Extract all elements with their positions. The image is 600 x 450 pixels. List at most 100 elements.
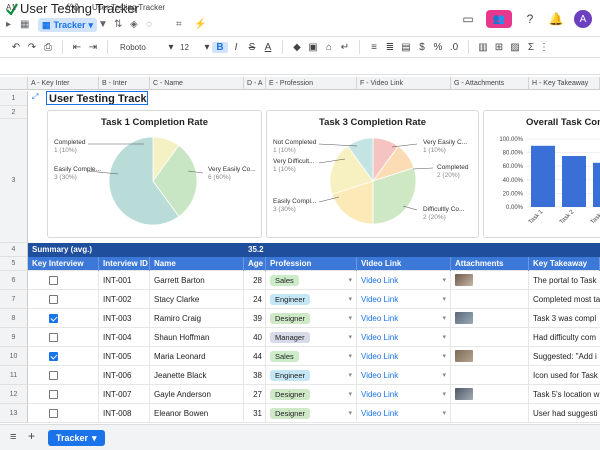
video-link[interactable]: Video Link (361, 314, 398, 323)
overall-bar-chart[interactable]: Overall Task Com 100.00% 80.00% 60.00% 40.0… (483, 110, 600, 238)
chevron-down-icon[interactable]: ▾ (442, 290, 446, 309)
age-cell[interactable]: 44 (244, 347, 266, 366)
chevron-down-icon[interactable]: ▾ (202, 42, 212, 53)
attachments-cell[interactable] (451, 328, 529, 347)
sort-icon[interactable]: ⇅ (114, 19, 122, 30)
age-cell[interactable]: 38 (244, 366, 266, 385)
header-key-interview[interactable]: Key Interview (28, 257, 99, 271)
layers-icon[interactable]: ◈ (130, 19, 138, 30)
align-left-icon[interactable]: ≡ (366, 42, 382, 53)
outdent-icon[interactable]: ⇤ (69, 42, 85, 53)
interview-id-cell[interactable]: INT-001 (99, 271, 150, 290)
key-interview-checkbox[interactable] (49, 314, 58, 323)
key-interview-checkbox[interactable] (49, 390, 58, 399)
header-key-takeaway[interactable]: Key Takeaway (529, 257, 600, 271)
chevron-down-icon[interactable]: ▾ (442, 328, 446, 347)
chevron-down-icon[interactable]: ▾ (442, 309, 446, 328)
filter-icon[interactable]: ▼ (98, 19, 108, 30)
formula-input[interactable]: User Testing Tracker (92, 3, 165, 12)
key-takeaway-cell[interactable]: The portal to Task (529, 271, 600, 290)
chevron-down-icon[interactable]: ▾ (348, 328, 352, 347)
row-number[interactable]: 10 (0, 347, 28, 366)
age-cell[interactable]: 40 (244, 328, 266, 347)
age-cell[interactable]: 39 (244, 309, 266, 328)
row-number[interactable]: 3 (0, 119, 28, 243)
column-header-d[interactable]: D - A (244, 77, 266, 90)
chevron-down-icon[interactable]: ▾ (348, 309, 352, 328)
name-cell[interactable]: Ramiro Craig (150, 309, 244, 328)
add-sheet-icon[interactable]: + (28, 429, 35, 443)
name-cell[interactable]: Jeanette Black (150, 366, 244, 385)
video-link[interactable]: Video Link (361, 352, 398, 361)
attachment-thumbnail[interactable] (455, 350, 473, 362)
key-interview-checkbox[interactable] (49, 409, 58, 418)
summary-label[interactable]: Summary (avg.) (28, 243, 228, 257)
chevron-down-icon[interactable]: ▾ (348, 347, 352, 366)
name-cell[interactable]: Eleanor Bowen (150, 404, 244, 423)
bar[interactable] (562, 156, 586, 207)
key-interview-checkbox[interactable] (49, 352, 58, 361)
video-link[interactable]: Video Link (361, 333, 398, 342)
chevron-down-icon[interactable]: ▾ (442, 366, 446, 385)
header-name[interactable]: Name (150, 257, 244, 271)
chevron-down-icon[interactable]: ▾ (348, 366, 352, 385)
lightning-icon[interactable]: ⚡ (194, 19, 206, 30)
image-icon[interactable]: ▨ (507, 42, 523, 53)
font-size-selector[interactable]: 12 (176, 43, 202, 52)
indent-icon[interactable]: ⇥ (85, 42, 101, 53)
row-number[interactable]: 11 (0, 366, 28, 385)
format-painter-icon[interactable]: ⌂ (321, 42, 337, 53)
sheet-title-cell[interactable]: User Testing Tracker (46, 91, 148, 105)
italic-button[interactable]: I (228, 42, 244, 53)
profession-cell[interactable]: Manager ▾ (266, 328, 357, 347)
panel-icon[interactable]: ▦ (20, 19, 29, 30)
header-attachments[interactable]: Attachments (451, 257, 529, 271)
sheets-menu-icon[interactable]: ≡ (10, 431, 16, 443)
key-takeaway-cell[interactable]: Suggested: "Add i (529, 347, 600, 366)
function-icon[interactable]: f(x) (66, 2, 79, 12)
key-takeaway-cell[interactable]: Icon used for Task (529, 366, 600, 385)
bar[interactable] (593, 162, 600, 207)
name-cell[interactable]: Stacy Clarke (150, 290, 244, 309)
attachment-thumbnail[interactable] (455, 388, 473, 400)
age-cell[interactable]: 28 (244, 271, 266, 290)
column-header-h[interactable]: H - Key Takeaway (529, 77, 600, 90)
key-takeaway-cell[interactable]: Task 3 was compl (529, 309, 600, 328)
attachments-cell[interactable] (451, 309, 529, 328)
video-link[interactable]: Video Link (361, 409, 398, 418)
print-icon[interactable]: ⎙ (40, 42, 56, 53)
notifications-bell-icon[interactable]: 🔔 (548, 11, 564, 27)
row-number[interactable]: 7 (0, 290, 28, 309)
row-number[interactable]: 2 (0, 106, 28, 119)
name-cell[interactable]: Shaun Hoffman (150, 328, 244, 347)
wrap-icon[interactable]: ↵ (337, 42, 353, 53)
age-cell[interactable]: 27 (244, 385, 266, 404)
format-icon[interactable]: ▤ (398, 42, 414, 53)
profession-cell[interactable]: Designer ▾ (266, 404, 357, 423)
row-number[interactable]: 4 (0, 243, 28, 257)
chevron-down-icon[interactable]: ▾ (442, 347, 446, 366)
key-interview-checkbox[interactable] (49, 333, 58, 342)
video-link[interactable]: Video Link (361, 371, 398, 380)
sheet-tab-tracker[interactable]: Tracker ▾ (48, 430, 105, 446)
hide-icon[interactable]: ◌ (146, 19, 152, 30)
profession-cell[interactable]: Engineer ▾ (266, 366, 357, 385)
key-interview-checkbox[interactable] (49, 276, 58, 285)
expand-icon[interactable]: ⤢ (32, 92, 40, 101)
video-link[interactable]: Video Link (361, 276, 398, 285)
user-avatar[interactable]: A (574, 10, 592, 28)
filter-view-icon[interactable]: ⊞ (491, 42, 507, 53)
name-cell[interactable]: Garrett Barton (150, 271, 244, 290)
chevron-down-icon[interactable]: ▾ (442, 404, 446, 423)
header-profession[interactable]: Profession (266, 257, 357, 271)
align-vertical-icon[interactable]: ≣ (382, 42, 398, 53)
column-header-f[interactable]: F - Video Link (357, 77, 451, 90)
row-number[interactable]: 13 (0, 404, 28, 423)
interview-id-cell[interactable]: INT-006 (99, 366, 150, 385)
key-takeaway-cell[interactable]: User had suggesti (529, 404, 600, 423)
row-number[interactable]: 8 (0, 309, 28, 328)
attachments-cell[interactable] (451, 366, 529, 385)
profession-cell[interactable]: Engineer ▾ (266, 290, 357, 309)
attachments-cell[interactable] (451, 347, 529, 366)
more-icon[interactable]: ⋮ (539, 42, 549, 53)
